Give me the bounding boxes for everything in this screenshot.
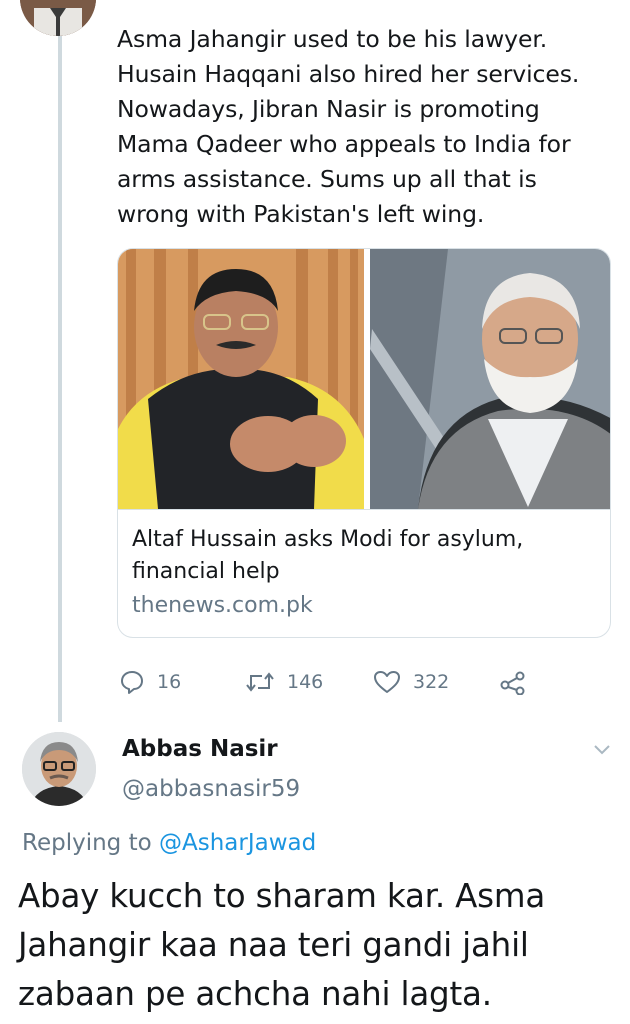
tweet-text-line: Mama Qadeer who appeals to India for: [117, 130, 571, 158]
card-image: [118, 249, 610, 509]
reply-text-line: zabaan pe achcha nahi lagta.: [18, 975, 492, 1013]
link-preview-card[interactable]: Altaf Hussain asks Modi for asylum, fina…: [117, 248, 611, 638]
reply-body: Abay kucch to sharam kar. Asma Jahangir …: [18, 872, 618, 1019]
reply-count: 16: [157, 671, 182, 693]
tweet-text-line: arms assistance. Sums up all that is: [117, 165, 537, 193]
tweet-menu-button[interactable]: [592, 742, 612, 761]
like-button[interactable]: 322: [373, 664, 449, 700]
author-handle[interactable]: @abbasnasir59: [122, 776, 300, 802]
like-count: 322: [413, 671, 450, 693]
replying-mention-link[interactable]: @AsharJawad: [159, 830, 316, 856]
tweet-actions: 16 146 322: [117, 664, 537, 700]
reply-button[interactable]: 16: [119, 664, 181, 700]
retweet-button[interactable]: 146: [245, 664, 323, 700]
tweet-text-line: Husain Haqqani also hired her services.: [117, 60, 580, 88]
tweet-original: Asma Jahangir used to be his lawyer. Hus…: [117, 0, 617, 232]
chevron-down-icon: [592, 743, 612, 760]
card-title-line: Altaf Hussain asks Modi for asylum,: [132, 527, 524, 552]
tweet-thread: Asma Jahangir used to be his lawyer. Hus…: [0, 0, 630, 1024]
tweet-text-line: Nowadays, Jibran Nasir is promoting: [117, 95, 540, 123]
card-text: Altaf Hussain asks Modi for asylum, fina…: [118, 509, 610, 622]
retweet-count: 146: [287, 671, 324, 693]
reply-text-line: Jahangir kaa naa teri gandi jahil: [18, 926, 529, 964]
card-title: Altaf Hussain asks Modi for asylum, fina…: [132, 524, 610, 588]
retweet-icon: [245, 669, 275, 695]
share-icon: [499, 669, 527, 695]
avatar-original-author[interactable]: [20, 0, 96, 36]
heart-icon: [373, 669, 401, 695]
replying-prefix: Replying to: [22, 830, 152, 856]
avatar-abbas-nasir[interactable]: [22, 732, 96, 806]
card-title-line: financial help: [132, 559, 280, 584]
tweet-text-line: wrong with Pakistan's left wing.: [117, 200, 485, 228]
author-name[interactable]: Abbas Nasir: [122, 736, 278, 762]
card-domain: thenews.com.pk: [132, 593, 313, 618]
replying-to: Replying to @AsharJawad: [22, 830, 316, 856]
thread-connector: [58, 20, 62, 722]
reply-text-line: Abay kucch to sharam kar. Asma: [18, 877, 546, 915]
tweet-text-line: Asma Jahangir used to be his lawyer.: [117, 25, 548, 53]
reply-icon: [119, 669, 145, 695]
share-button[interactable]: [499, 664, 527, 700]
tweet-body: Asma Jahangir used to be his lawyer. Hus…: [117, 0, 617, 232]
